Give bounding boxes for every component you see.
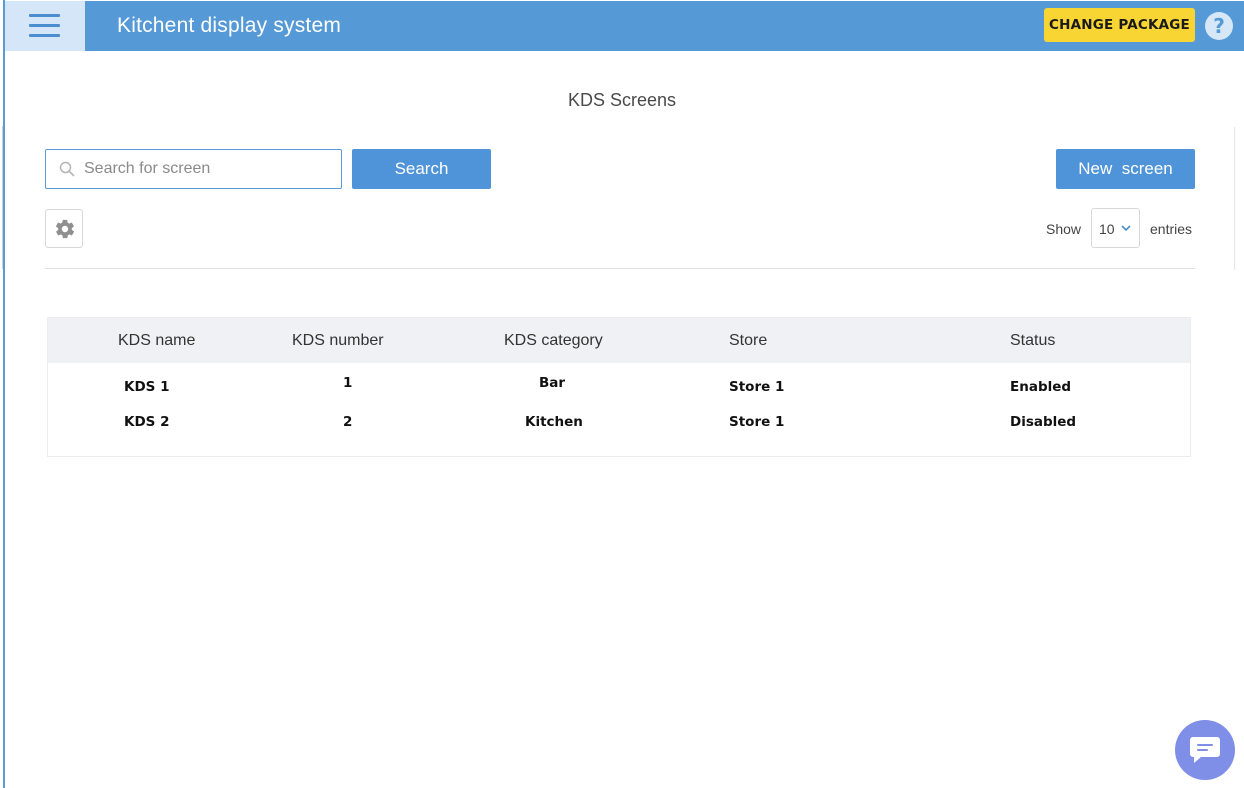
left-divider-line <box>2 126 3 269</box>
menu-icon-bar-bottom <box>29 34 60 37</box>
settings-button[interactable] <box>45 209 83 248</box>
menu-icon-bar-top <box>29 14 60 17</box>
row-kds-name: KDS 2 <box>124 414 170 430</box>
row-store: Store 1 <box>729 379 785 395</box>
column-header-store[interactable]: Store <box>729 332 767 350</box>
column-header-status[interactable]: Status <box>1010 332 1055 350</box>
hamburger-menu-button[interactable] <box>5 1 85 51</box>
row-kds-number: 1 <box>343 375 353 391</box>
entries-label: entries <box>1150 221 1193 237</box>
search-field-container[interactable] <box>45 149 342 189</box>
row-kds-name: KDS 1 <box>124 379 170 395</box>
gear-icon <box>55 219 75 239</box>
column-header-kds-number[interactable]: KDS number <box>292 332 384 350</box>
search-icon <box>59 161 75 177</box>
row-kds-category: Bar <box>539 375 566 391</box>
help-icon[interactable]: ? <box>1205 12 1233 40</box>
search-input[interactable] <box>84 151 334 187</box>
chevron-down-icon <box>1121 225 1131 232</box>
row-kds-category: Kitchen <box>525 414 583 430</box>
app-title: Kitchent display system <box>117 14 342 37</box>
chat-widget-button[interactable] <box>1175 720 1235 780</box>
column-header-kds-name[interactable]: KDS name <box>118 332 195 350</box>
entries-per-page-select[interactable]: 10 <box>1091 208 1140 248</box>
page-title: KDS Screens <box>567 90 677 110</box>
table-header: KDS name KDS number KDS category Store S… <box>48 318 1190 363</box>
chat-icon <box>1190 737 1220 763</box>
kds-screens-table: KDS name KDS number KDS category Store S… <box>47 317 1191 457</box>
change-package-button[interactable]: CHANGE PACKAGE <box>1044 8 1195 42</box>
toolbar-divider <box>45 268 1195 269</box>
top-header-bar: Kitchent display system CHANGE PACKAGE ? <box>5 1 1244 51</box>
left-edge-rail <box>3 0 5 788</box>
entries-select-value: 10 <box>1099 221 1115 237</box>
search-button[interactable]: Search <box>352 149 491 189</box>
row-kds-number: 2 <box>343 414 353 430</box>
right-divider-line <box>1234 127 1235 270</box>
row-status: Disabled <box>1010 414 1077 430</box>
menu-icon-bar-middle <box>29 24 60 27</box>
show-label: Show <box>1046 221 1082 237</box>
column-header-kds-category[interactable]: KDS category <box>504 332 603 350</box>
new-screen-button[interactable]: New screen <box>1056 149 1195 189</box>
row-status: Enabled <box>1010 379 1072 395</box>
row-store: Store 1 <box>729 414 785 430</box>
